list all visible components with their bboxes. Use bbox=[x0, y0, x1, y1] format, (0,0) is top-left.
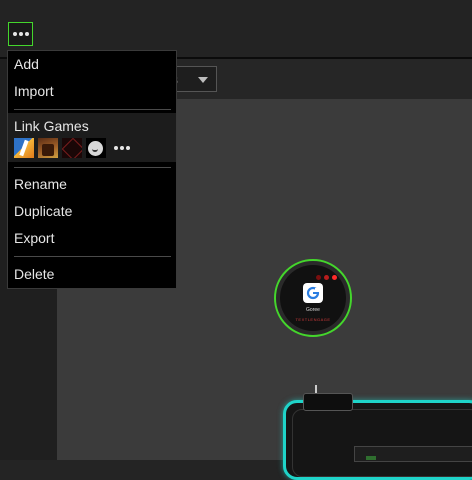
dot bbox=[126, 146, 130, 150]
menu-item-duplicate[interactable]: Duplicate bbox=[8, 198, 176, 224]
context-menu: Add Import Link Games Rename Duplicate E bbox=[7, 50, 177, 289]
counter-strike-icon[interactable] bbox=[14, 138, 34, 158]
led-indicator bbox=[324, 275, 329, 280]
mousepad-device[interactable] bbox=[283, 400, 472, 480]
mousepad-led bbox=[366, 456, 376, 460]
dark-game-icon[interactable] bbox=[62, 138, 82, 158]
device-face: Goree TEXTLENGAGE bbox=[280, 265, 346, 331]
menu-item-export[interactable]: Export bbox=[8, 225, 176, 251]
dot bbox=[12, 32, 17, 36]
linked-games-list bbox=[14, 138, 130, 158]
menu-divider bbox=[14, 167, 171, 168]
led-indicator bbox=[332, 275, 337, 280]
device-name: Goree bbox=[306, 307, 320, 313]
more-options-button[interactable] bbox=[8, 22, 33, 46]
device-subtitle: TEXTLENGAGE bbox=[295, 317, 331, 322]
menu-item-import[interactable]: Import bbox=[8, 78, 176, 104]
dot bbox=[24, 32, 29, 36]
dot bbox=[18, 32, 23, 36]
usb-connector bbox=[303, 393, 353, 411]
dota-icon[interactable] bbox=[38, 138, 58, 158]
menu-item-delete[interactable]: Delete bbox=[8, 261, 176, 287]
link-games-label: Link Games bbox=[14, 118, 89, 134]
menu-divider bbox=[14, 256, 171, 257]
menu-item-rename[interactable]: Rename bbox=[8, 171, 176, 197]
device-logo-icon bbox=[303, 283, 323, 303]
dot bbox=[120, 146, 124, 150]
link-games-section[interactable]: Link Games bbox=[8, 113, 176, 162]
clicker-game-icon[interactable] bbox=[86, 138, 106, 158]
menu-divider bbox=[14, 109, 171, 110]
chevron-down-icon bbox=[198, 77, 208, 83]
device-node[interactable]: Goree TEXTLENGAGE bbox=[274, 259, 352, 337]
menu-item-add[interactable]: Add bbox=[8, 51, 176, 77]
more-games-icon[interactable] bbox=[114, 146, 130, 150]
led-indicator bbox=[316, 275, 321, 280]
mousepad-surface bbox=[292, 409, 472, 477]
dot bbox=[114, 146, 118, 150]
